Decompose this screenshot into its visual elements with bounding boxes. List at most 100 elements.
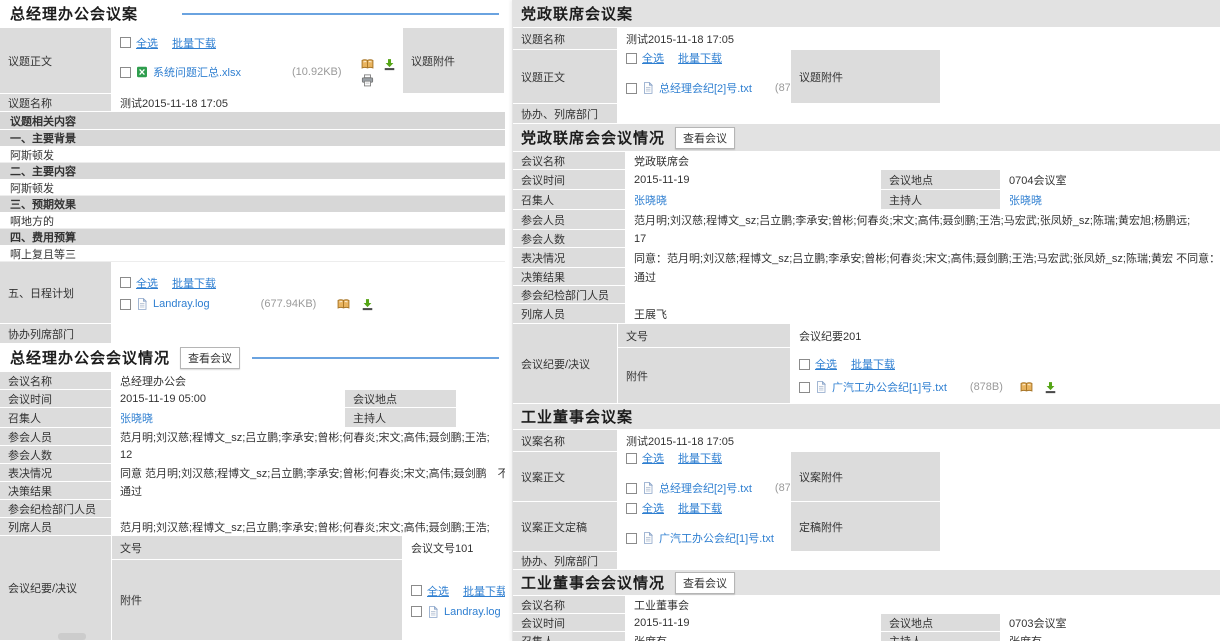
attachment-file-link[interactable]: 总经理会纪[2]号.txt	[659, 80, 752, 96]
checkbox[interactable]	[626, 453, 637, 464]
attachment-widget: 全选 批量下载 广汽工办公会纪[1]号.txt (878B)	[799, 356, 1057, 395]
attachment-widget: 全选 批量下载 Landray.log (677.94KB)	[120, 275, 374, 311]
field-label: 议题正文	[513, 50, 618, 103]
field-label: 召集人	[513, 190, 626, 209]
field-value: 2015-11-19 05:00	[112, 390, 345, 407]
book-icon[interactable]	[1020, 381, 1033, 394]
download-icon[interactable]	[361, 298, 374, 311]
field-label: 议题名称	[513, 28, 618, 49]
attachment-file-row: 系统问题汇总.xlsx (10.92KB)	[120, 58, 398, 87]
field-value: 17	[626, 230, 1220, 247]
select-all-link[interactable]: 全选	[815, 356, 837, 372]
right-panel: 党政联席会议案 议题名称 测试2015-11-18 17:05 议题正文 全选 …	[512, 0, 1220, 641]
field-label: 参会人员	[0, 428, 112, 445]
checkbox[interactable]	[626, 483, 637, 494]
batch-download-link[interactable]: 批量下载	[678, 50, 722, 66]
attachment-file-link[interactable]: 广汽工办公会纪[1]号.txt	[832, 379, 947, 395]
field-label: 附件	[112, 560, 403, 640]
checkbox[interactable]	[799, 382, 810, 393]
field-value: 通过	[626, 268, 1220, 285]
batch-download-link[interactable]: 批量下载	[463, 583, 505, 599]
attachment-file-row: Landray.log	[411, 606, 505, 618]
batch-download-link[interactable]: 批量下载	[172, 275, 216, 291]
attachment-widget: 全选 批量下载 总经理会纪[2]号.txt (878B)	[626, 50, 791, 103]
file-size: (878B)	[970, 381, 1003, 393]
download-icon[interactable]	[1044, 381, 1057, 394]
left-panel: 总经理办公会议案 议题正文 全选 批量下载 系统问题汇总.xlsx (10.92…	[0, 0, 505, 641]
attachment-file-link[interactable]: Landray.log	[153, 298, 210, 310]
person-link[interactable]: 张晓晓	[1009, 192, 1042, 208]
section-header-party-proposal: 党政联席会议案	[513, 0, 1220, 28]
row-proposal-name: 议题名称 测试2015-11-18 17:05	[513, 28, 1220, 50]
attachment-file-link[interactable]: Landray.log	[444, 606, 501, 618]
field-label: 议题名称	[0, 94, 112, 111]
checkbox[interactable]	[626, 533, 637, 544]
field-value: 12	[112, 446, 505, 463]
checkbox[interactable]	[120, 299, 131, 310]
printer-icon[interactable]	[361, 74, 374, 87]
row-meeting-time: 会议时间 2015-11-19 会议地点 0703会议室	[513, 614, 1220, 632]
checkbox[interactable]	[626, 83, 637, 94]
batch-download-link[interactable]: 批量下载	[172, 35, 216, 51]
checkbox[interactable]	[626, 503, 637, 514]
field-value: 0704会议室	[1001, 170, 1220, 189]
field-label: 文号	[618, 324, 791, 347]
batch-download-link[interactable]: 批量下载	[678, 502, 722, 516]
attachment-file-link[interactable]: 广汽工办公会纪[1]号.txt	[659, 530, 774, 546]
view-meeting-button[interactable]: 查看会议	[675, 572, 735, 594]
attachment-cell: 全选 批量下载 Landray.log	[403, 560, 505, 640]
attachment-cell: 全选 批量下载 总经理会纪[2]号.txt (878B)	[618, 452, 791, 501]
section-title: 总经理办公会议案	[10, 3, 138, 24]
select-all-link[interactable]: 全选	[642, 502, 664, 516]
download-icon[interactable]	[383, 58, 396, 71]
checkbox[interactable]	[411, 585, 422, 596]
view-meeting-button[interactable]: 查看会议	[180, 347, 240, 369]
field-value: 同意 范月明;刘汉慈;程博文_sz;吕立鹏;李承安;曾彬;何春炎;宋文;高伟;聂…	[112, 464, 505, 481]
attachment-toolbar: 全选 批量下载	[411, 583, 505, 599]
batch-download-link[interactable]: 批量下载	[851, 356, 895, 372]
field-value: 同意：范月明;刘汉慈;程博文_sz;吕立鹏;李承安;曾彬;何春炎;宋文;高伟;聂…	[626, 248, 1220, 267]
checkbox[interactable]	[411, 606, 422, 617]
field-label: 参会人数	[513, 230, 626, 247]
select-all-link[interactable]: 全选	[427, 583, 449, 599]
attachment-cell: 全选 批量下载 广汽工办公会纪[1]号.txt (878B)	[618, 502, 791, 551]
field-label: 参会人数	[0, 446, 112, 463]
row-convener: 召集人 张晓晓 主持人	[0, 408, 505, 428]
select-all-link[interactable]: 全选	[642, 452, 664, 466]
attachment-file-link[interactable]: 系统问题汇总.xlsx	[153, 64, 241, 80]
document-file-icon	[642, 482, 654, 494]
select-all-link[interactable]: 全选	[642, 50, 664, 66]
book-icon[interactable]	[337, 298, 350, 311]
row-coorg: 协办列席部门	[0, 324, 505, 344]
horizontal-scrollbar-thumb[interactable]	[58, 633, 86, 640]
attachment-file-row: 广汽工办公会纪[1]号.txt (878B)	[626, 523, 791, 551]
field-label: 召集人	[0, 408, 112, 427]
row-observers: 列席人员 范月明;刘汉慈;程博文_sz;吕立鹏;李承安;曾彬;何春炎;宋文;高伟…	[0, 518, 505, 536]
item-header: 一、主要背景	[0, 130, 505, 147]
view-meeting-button[interactable]: 查看会议	[675, 127, 735, 149]
field-label: 主持人	[345, 408, 457, 427]
file-size: (10.92KB)	[292, 66, 342, 78]
field-value	[626, 286, 1220, 303]
book-icon[interactable]	[361, 58, 374, 71]
title-underline	[182, 13, 499, 15]
field-label: 会议名称	[0, 372, 112, 389]
select-all-link[interactable]: 全选	[136, 35, 158, 51]
attachment-widget: 全选 批量下载 系统问题汇总.xlsx (10.92KB)	[120, 35, 398, 87]
row-discipline: 参会纪检部门人员	[513, 286, 1220, 304]
checkbox[interactable]	[120, 67, 131, 78]
field-label: 参会纪检部门人员	[513, 286, 626, 303]
checkbox[interactable]	[799, 359, 810, 370]
row-doc-number: 文号 会议纪要201	[618, 324, 1220, 348]
checkbox[interactable]	[120, 37, 131, 48]
attachment-file-link[interactable]: 总经理会纪[2]号.txt	[659, 480, 752, 496]
person-link[interactable]: 张晓晓	[120, 410, 153, 426]
person-link[interactable]: 张晓晓	[634, 192, 667, 208]
checkbox[interactable]	[120, 277, 131, 288]
attachment-actions	[361, 58, 398, 87]
field-label: 议案正文定稿	[513, 502, 618, 551]
attachment-file-row: 总经理会纪[2]号.txt (878B)	[626, 473, 791, 501]
select-all-link[interactable]: 全选	[136, 275, 158, 291]
checkbox[interactable]	[626, 53, 637, 64]
batch-download-link[interactable]: 批量下载	[678, 452, 722, 466]
